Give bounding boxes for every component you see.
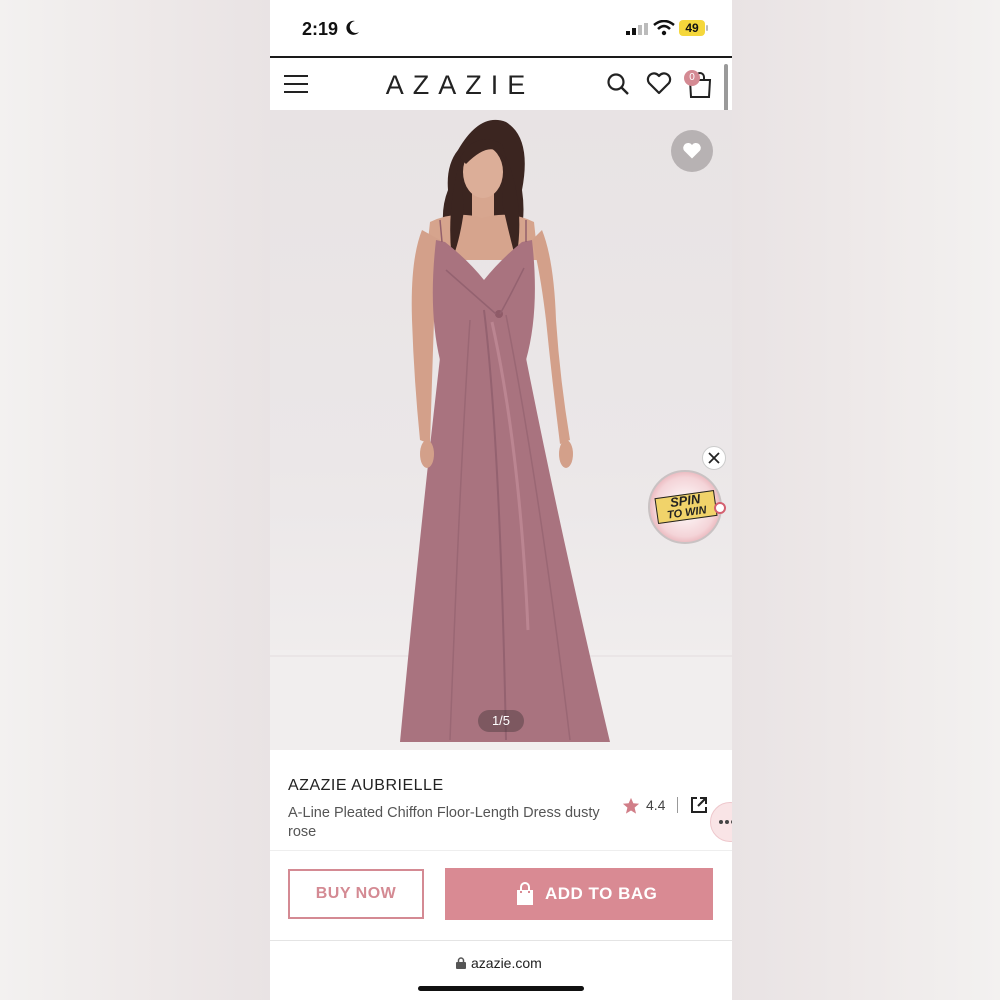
product-title: A-Line Pleated Chiffon Floor-Length Dres… (288, 805, 600, 840)
browser-address-bar[interactable]: azazie.com (270, 940, 732, 1000)
rating-value[interactable]: 4.4 (646, 797, 665, 813)
rating-divider (677, 797, 678, 813)
star-icon (622, 797, 640, 814)
product-image-gallery[interactable]: SPIN TO WIN 1/5 (270, 110, 732, 750)
search-icon[interactable] (606, 72, 630, 96)
model-photo (270, 119, 732, 750)
add-to-bag-button[interactable]: ADD TO BAG (445, 868, 713, 920)
wishlist-heart-icon[interactable] (646, 72, 672, 96)
image-pager: 1/5 (478, 710, 524, 732)
url-text[interactable]: azazie.com (471, 955, 542, 971)
spin-pointer-icon (714, 502, 726, 514)
battery-indicator: 49 (679, 20, 705, 36)
share-icon[interactable] (690, 796, 708, 814)
close-promo-button[interactable] (702, 446, 726, 470)
status-time: 2:19 (302, 19, 339, 39)
cellular-signal-icon (626, 23, 648, 35)
moon-icon (346, 20, 359, 35)
purchase-actions: BUY NOW ADD TO BAG (270, 850, 732, 941)
chat-dots-icon (719, 820, 732, 824)
shopping-bag-icon (517, 882, 533, 905)
hamburger-menu-icon[interactable] (284, 74, 308, 94)
background-left (0, 0, 270, 1000)
favorite-button[interactable] (671, 130, 713, 172)
close-icon (708, 452, 720, 464)
spin-to-win-label: SPIN TO WIN (654, 489, 718, 525)
battery-tip (706, 25, 708, 31)
heart-icon (683, 142, 701, 159)
cart-count-badge: 0 (684, 70, 700, 86)
chat-button[interactable] (710, 802, 732, 842)
add-to-bag-label: ADD TO BAG (545, 884, 658, 903)
product-info: AZAZIE AUBRIELLE A-Line Pleated Chiffon … (270, 750, 732, 850)
site-logo[interactable]: AZAZIE (370, 70, 550, 101)
lock-icon (456, 957, 466, 969)
wifi-icon (653, 20, 675, 36)
site-header: AZAZIE 0 (270, 58, 732, 110)
product-brand: AZAZIE AUBRIELLE (288, 777, 444, 794)
phone-screen: 2:19 49 AZAZIE 0 SPIN TO WIN 1/5 AZAZIE … (270, 0, 732, 1000)
status-bar: 2:19 49 (270, 0, 732, 56)
spin-to-win-button[interactable]: SPIN TO WIN (648, 470, 722, 544)
home-indicator[interactable] (418, 986, 584, 991)
buy-now-button[interactable]: BUY NOW (288, 869, 424, 919)
background-right (732, 0, 1000, 1000)
